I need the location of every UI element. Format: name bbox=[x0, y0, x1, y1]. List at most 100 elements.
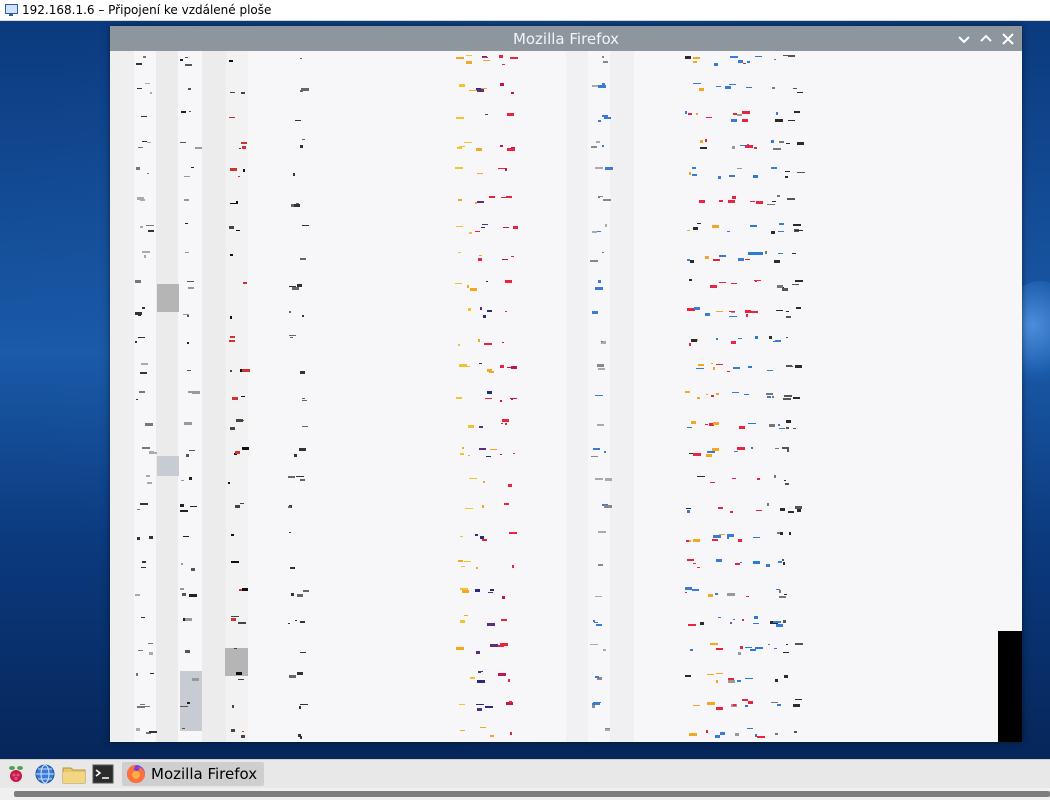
glitch-pixel bbox=[786, 427, 789, 429]
glitch-pixel bbox=[779, 428, 785, 429]
glitch-pixel bbox=[188, 88, 191, 90]
glitch-pixel bbox=[753, 623, 759, 624]
glitch-pixel bbox=[602, 115, 608, 117]
glitch-pixel bbox=[779, 141, 784, 143]
glitch-pixel bbox=[705, 313, 710, 316]
glitch-pixel bbox=[300, 479, 305, 481]
glitch-pixel bbox=[466, 366, 470, 367]
glitch-pixel bbox=[719, 200, 723, 202]
glitch-pixel bbox=[485, 398, 492, 399]
glitch-pixel bbox=[729, 311, 735, 312]
glitch-block bbox=[157, 284, 179, 312]
glitch-pixel bbox=[503, 227, 509, 228]
glitch-pixel bbox=[180, 706, 188, 707]
glitch-pixel bbox=[242, 146, 246, 149]
glitch-pixel bbox=[231, 616, 239, 617]
glitch-pixel bbox=[242, 731, 244, 732]
glitch-pixel bbox=[706, 117, 712, 118]
glitch-pixel bbox=[504, 503, 509, 505]
glitch-pixel bbox=[500, 145, 503, 147]
glitch-pixel bbox=[716, 393, 719, 395]
glitch-pixel bbox=[713, 259, 720, 261]
glitch-pixel bbox=[292, 287, 299, 290]
glitch-pixel bbox=[771, 702, 778, 703]
glitch-pixel bbox=[146, 475, 150, 477]
firefox-window[interactable]: Mozilla Firefox bbox=[110, 26, 1022, 742]
raspberry-pi-menu-icon[interactable] bbox=[3, 762, 29, 786]
web-browser-icon[interactable] bbox=[32, 762, 58, 786]
glitch-pixel bbox=[769, 336, 772, 339]
glitch-pixel bbox=[774, 260, 780, 263]
glitch-pixel bbox=[241, 735, 245, 738]
glitch-pixel bbox=[784, 480, 786, 481]
glitch-pixel bbox=[797, 172, 805, 173]
glitch-pixel bbox=[733, 113, 737, 115]
glitch-pixel bbox=[239, 148, 241, 149]
glitch-pixel bbox=[288, 506, 291, 508]
firefox-titlebar[interactable]: Mozilla Firefox bbox=[110, 26, 1022, 51]
terminal-icon[interactable] bbox=[90, 762, 116, 786]
maximize-icon[interactable] bbox=[978, 31, 994, 47]
glitch-pixel bbox=[769, 424, 775, 427]
glitch-pixel bbox=[732, 146, 735, 149]
glitch-pixel bbox=[464, 142, 472, 143]
glitch-pixel bbox=[477, 89, 484, 92]
glitch-pixel bbox=[598, 531, 606, 533]
glitch-pixel bbox=[482, 224, 488, 225]
glitch-pixel bbox=[595, 478, 603, 480]
glitch-pixel bbox=[783, 620, 786, 623]
horizontal-scrollbar[interactable] bbox=[14, 791, 1050, 797]
glitch-pixel bbox=[776, 310, 783, 311]
glitch-pixel bbox=[687, 510, 690, 513]
glitch-pixel bbox=[768, 644, 770, 645]
glitch-pixel bbox=[729, 175, 735, 177]
glitch-pixel bbox=[592, 231, 597, 233]
glitch-pixel bbox=[455, 167, 463, 169]
glitch-pixel bbox=[774, 648, 777, 649]
minimize-icon[interactable] bbox=[956, 31, 972, 47]
glitch-pixel bbox=[140, 704, 145, 705]
glitch-pixel bbox=[489, 196, 495, 198]
glitch-pixel bbox=[697, 397, 700, 399]
close-icon[interactable] bbox=[1000, 31, 1016, 47]
glitch-pixel bbox=[775, 340, 781, 342]
glitch-pixel bbox=[777, 704, 781, 706]
glitch-pixel bbox=[141, 116, 147, 117]
glitch-pixel bbox=[289, 311, 291, 313]
glitch-pixel bbox=[508, 484, 512, 487]
glitch-pixel bbox=[604, 117, 611, 119]
glitch-pixel bbox=[779, 596, 786, 598]
glitch-pixel bbox=[297, 594, 303, 597]
glitch-pixel bbox=[145, 83, 150, 84]
glitch-pixel bbox=[235, 505, 240, 508]
glitch-pixel bbox=[502, 342, 504, 343]
glitch-pixel bbox=[793, 428, 796, 429]
glitch-pixel bbox=[727, 536, 729, 539]
glitch-pixel bbox=[299, 448, 306, 451]
glitch-pixel bbox=[191, 167, 194, 168]
glitch-pixel bbox=[505, 280, 512, 283]
glitch-pixel bbox=[231, 534, 234, 536]
remote-desktop-icon bbox=[4, 3, 18, 17]
glitch-pixel bbox=[605, 224, 607, 227]
glitch-pixel bbox=[295, 620, 297, 621]
glitch-pixel bbox=[486, 281, 488, 282]
glitch-pixel bbox=[180, 510, 188, 512]
glitch-pixel bbox=[784, 395, 792, 397]
glitch-pixel bbox=[786, 316, 791, 318]
glitch-pixel bbox=[765, 251, 767, 254]
glitch-pixel bbox=[754, 147, 757, 149]
glitch-pixel bbox=[303, 590, 309, 592]
glitch-pixel bbox=[231, 618, 236, 621]
glitch-pixel bbox=[500, 643, 506, 645]
glitch-pixel bbox=[184, 199, 189, 201]
taskbar-firefox-task[interactable]: Mozilla Firefox bbox=[122, 762, 264, 786]
glitch-pixel bbox=[729, 84, 736, 85]
glitch-pixel bbox=[713, 367, 715, 370]
glitch-pixel bbox=[469, 90, 477, 91]
file-manager-icon[interactable] bbox=[61, 762, 87, 786]
glitch-pixel bbox=[773, 148, 781, 150]
firefox-content-area[interactable] bbox=[110, 51, 1022, 742]
glitch-pixel bbox=[795, 280, 803, 282]
glitch-pixel bbox=[136, 63, 142, 65]
